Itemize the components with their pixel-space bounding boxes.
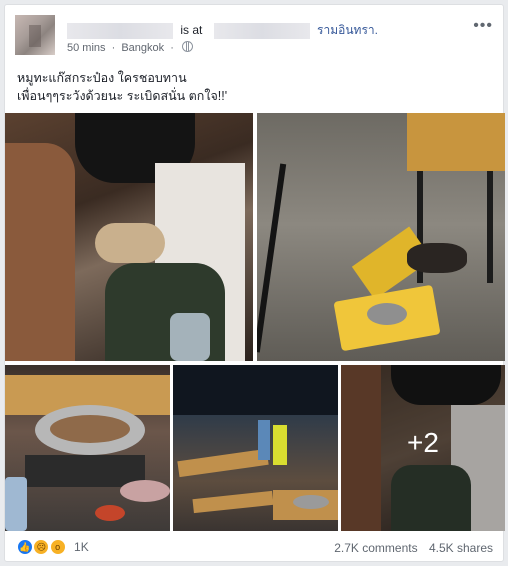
redacted-author-name[interactable] xyxy=(67,22,173,39)
author-line: is at รามอินทรา. xyxy=(67,21,378,40)
like-icon: 👍 xyxy=(17,539,33,555)
reaction-summary[interactable]: 👍 ☹ o 1K xyxy=(17,539,89,555)
photo-grill-pan[interactable] xyxy=(5,365,170,531)
photo-exploded-stove[interactable] xyxy=(257,113,505,361)
post-header: is at รามอินทรา. 50 mins · Bangkok · ••• xyxy=(15,15,493,59)
more-photos-count: +2 xyxy=(407,427,439,458)
meta-separator: · xyxy=(170,42,174,54)
redacted-place-name[interactable] xyxy=(213,22,310,39)
avatar[interactable] xyxy=(15,15,55,55)
post-time[interactable]: 50 mins xyxy=(67,42,106,54)
meta-separator: · xyxy=(111,42,116,54)
place-name[interactable]: รามอินทรา. xyxy=(317,23,378,37)
sad-icon: ☹ xyxy=(33,539,50,555)
engagement-counts: 2.7K comments 4.5K shares xyxy=(326,541,493,555)
photo-restaurant-tables[interactable] xyxy=(173,365,338,531)
photo-more[interactable]: +2 xyxy=(341,365,505,531)
caption-line: หมูทะแก๊สกระป๋อง ใครชอบทาน xyxy=(17,71,187,85)
check-in-text: is at xyxy=(180,23,203,37)
shares-count[interactable]: 4.5K shares xyxy=(429,541,493,555)
post-meta: 50 mins · Bangkok · xyxy=(67,41,196,54)
reaction-count: 1K xyxy=(74,540,89,554)
post-location[interactable]: Bangkok xyxy=(121,42,164,54)
wow-icon: o xyxy=(49,539,66,555)
post-footer: 👍 ☹ o 1K 2.7K comments 4.5K shares xyxy=(5,535,503,561)
caption-line: เพื่อนๆๆระวังด้วยนะ ระเบิดสนั่น ตกใจ!!' xyxy=(17,89,228,103)
globe-icon[interactable] xyxy=(181,41,193,52)
more-options-icon[interactable]: ••• xyxy=(473,17,493,35)
feed-post: is at รามอินทรา. 50 mins · Bangkok · •••… xyxy=(4,4,505,562)
comments-count[interactable]: 2.7K comments xyxy=(334,541,417,555)
post-caption: หมูทะแก๊สกระป๋อง ใครชอบทาน เพื่อนๆๆระวัง… xyxy=(17,69,227,105)
photo-rescue[interactable] xyxy=(5,113,253,361)
